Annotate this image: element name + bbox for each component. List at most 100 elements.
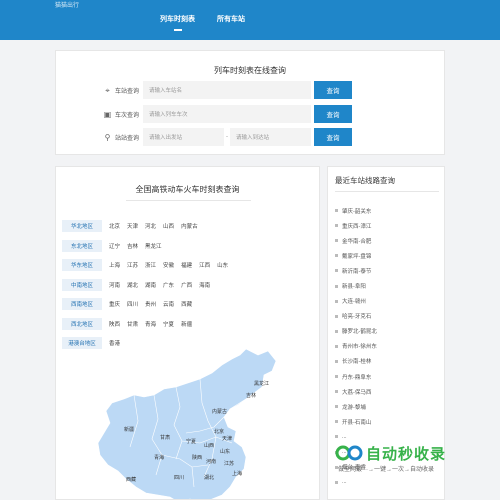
station-search-label: 车站查询 bbox=[115, 88, 140, 95]
recent-route-item[interactable]: 重庆西-漳江 bbox=[335, 218, 377, 233]
map-label-xinjiang: 新疆 bbox=[124, 426, 134, 433]
province-link[interactable]: 山东 bbox=[217, 261, 228, 269]
region-row: 中南地区 河南 湖北 湖南 广东 广西 海南 bbox=[62, 278, 210, 291]
region-row: 西南地区 重庆 四川 贵州 云南 西藏 bbox=[62, 298, 192, 310]
province-link[interactable]: 新疆 bbox=[181, 320, 192, 328]
province-link[interactable]: 湖南 bbox=[145, 281, 156, 289]
bullet-icon bbox=[335, 480, 338, 484]
bullet-icon bbox=[335, 420, 338, 424]
province-link[interactable]: 广西 bbox=[181, 281, 192, 289]
recent-route-item[interactable]: 新县-阜阳 bbox=[335, 278, 377, 293]
map-label-tianjin: 天津 bbox=[222, 435, 232, 442]
station-input[interactable]: 请输入车站名 bbox=[143, 81, 311, 99]
province-link[interactable]: 西藏 bbox=[181, 300, 192, 308]
province-link[interactable]: 江西 bbox=[199, 261, 210, 269]
bullet-icon bbox=[335, 375, 338, 379]
recent-route-item[interactable]: 长沙南-桂林 bbox=[335, 354, 377, 369]
province-link[interactable]: 重庆 bbox=[109, 300, 120, 308]
province-link[interactable]: 香港 bbox=[109, 339, 120, 347]
recent-route-label: 金华南-合肥 bbox=[342, 238, 372, 245]
recent-route-item[interactable]: 肇庆-韶关东 bbox=[335, 203, 377, 218]
bullet-icon bbox=[335, 239, 338, 243]
map-label-shanghai: 上海 bbox=[232, 470, 242, 477]
recent-route-item[interactable]: 新沂南-泰节 bbox=[335, 263, 377, 278]
region-tag[interactable]: 西南地区 bbox=[62, 298, 102, 310]
arrival-input[interactable]: 请输入到达站 bbox=[230, 128, 311, 146]
recent-route-item[interactable]: 戴家坪-盘锦 bbox=[335, 248, 377, 263]
province-link[interactable]: 吉林 bbox=[127, 242, 138, 250]
route-search-label: 站站查询 bbox=[115, 135, 140, 142]
province-link[interactable]: 北京 bbox=[109, 222, 120, 230]
nav-timetable[interactable]: 列车时刻表 bbox=[160, 14, 195, 31]
province-link[interactable]: 福建 bbox=[181, 261, 192, 269]
bullet-icon bbox=[335, 269, 338, 273]
province-link[interactable]: 天津 bbox=[127, 222, 138, 230]
side-divider bbox=[335, 191, 439, 192]
province-link[interactable]: 云南 bbox=[163, 300, 174, 308]
province-link[interactable]: 甘肃 bbox=[127, 320, 138, 328]
province-link[interactable]: 辽宁 bbox=[109, 242, 120, 250]
region-tag[interactable]: 西北地区 bbox=[62, 317, 102, 330]
route-search-row: ⚲ 站站查询 请输入出发站 - 请输入到达站 查询 bbox=[103, 128, 352, 146]
map-label-hubei: 湖北 bbox=[204, 474, 214, 481]
bullet-icon bbox=[335, 209, 338, 213]
province-link[interactable]: 黑龙江 bbox=[145, 242, 162, 250]
region-tag[interactable]: 华北地区 bbox=[62, 220, 102, 232]
recent-route-item[interactable]: 金华南-合肥 bbox=[335, 233, 377, 248]
route-search-button[interactable]: 查询 bbox=[314, 128, 352, 146]
region-row: 华北地区 北京 天津 河北 山西 内蒙古 bbox=[62, 220, 198, 232]
recent-route-label: 滕罗北-鹤昆北 bbox=[342, 329, 377, 336]
recent-route-label: 新县-阜阳 bbox=[342, 284, 366, 291]
bullet-icon bbox=[335, 359, 338, 363]
recent-route-item[interactable]: 滕罗北-鹤昆北 bbox=[335, 324, 377, 339]
recent-route-item[interactable]: 龙游-黎埔 bbox=[335, 399, 377, 414]
bullet-icon bbox=[335, 314, 338, 318]
recent-route-item[interactable]: 丹东-鼎阜东 bbox=[335, 369, 377, 384]
province-link[interactable]: 山西 bbox=[163, 222, 174, 230]
province-link[interactable]: 四川 bbox=[127, 300, 138, 308]
user-location-icon: ⚲ bbox=[104, 132, 111, 142]
recent-route-item[interactable]: 大连-赣州 bbox=[335, 294, 377, 309]
recent-route-item[interactable]: 开县-石南山 bbox=[335, 414, 377, 429]
province-link[interactable]: 内蒙古 bbox=[181, 222, 198, 230]
recent-route-label: 开县-石南山 bbox=[342, 419, 372, 426]
train-number-input[interactable]: 请输入列车车次 bbox=[143, 105, 311, 123]
region-tag[interactable]: 华东地区 bbox=[62, 259, 102, 271]
train-search-button[interactable]: 查询 bbox=[314, 105, 352, 123]
region-tag[interactable]: 东北地区 bbox=[62, 239, 102, 252]
province-link[interactable]: 宁夏 bbox=[163, 320, 174, 328]
province-link[interactable]: 贵州 bbox=[145, 300, 156, 308]
bullet-icon bbox=[335, 254, 338, 258]
province-link[interactable]: 浙江 bbox=[145, 261, 156, 269]
recent-route-item[interactable]: 哈亮-牙克石 bbox=[335, 309, 377, 324]
map-label-shaanxi: 陕西 bbox=[192, 454, 202, 461]
province-link[interactable]: 青海 bbox=[145, 320, 156, 328]
map-label-jiangsu: 江苏 bbox=[224, 460, 234, 467]
bullet-icon bbox=[335, 390, 338, 394]
region-tag[interactable]: 中南地区 bbox=[62, 278, 102, 291]
map-china-shape[interactable] bbox=[97, 348, 277, 500]
site-name[interactable]: 猫猫出行 bbox=[55, 0, 79, 9]
province-link[interactable]: 湖北 bbox=[127, 281, 138, 289]
china-map[interactable]: 黑龙江 吉林 内蒙古 新疆 甘肃 北京 天津 宁夏 山西 山东 青海 陕西 河南… bbox=[96, 347, 286, 500]
departure-input[interactable]: 请输入出发站 bbox=[143, 128, 224, 146]
location-pin-icon: ⌖ bbox=[105, 85, 110, 95]
watermark-subtext: 做全网最···→一键→一次→自动收录 bbox=[338, 467, 434, 473]
province-link[interactable]: 广东 bbox=[163, 281, 174, 289]
recent-route-label: 龙游-黎埔 bbox=[342, 404, 366, 411]
map-label-shanxi: 山西 bbox=[204, 442, 214, 449]
province-link[interactable]: 海南 bbox=[199, 281, 210, 289]
title-divider bbox=[126, 200, 251, 201]
nav-all-stations[interactable]: 所有车站 bbox=[217, 14, 245, 24]
province-link[interactable]: 江苏 bbox=[127, 261, 138, 269]
province-link[interactable]: 河北 bbox=[145, 222, 156, 230]
bullet-icon bbox=[335, 329, 338, 333]
province-link[interactable]: 陕西 bbox=[109, 320, 120, 328]
bullet-icon bbox=[335, 405, 338, 409]
recent-route-item[interactable]: 青州市-徐州东 bbox=[335, 339, 377, 354]
recent-route-item[interactable]: 大荔-保马西 bbox=[335, 384, 377, 399]
province-link[interactable]: 安徽 bbox=[163, 261, 174, 269]
province-link[interactable]: 上海 bbox=[109, 261, 120, 269]
station-search-button[interactable]: 查询 bbox=[314, 81, 352, 99]
province-link[interactable]: 河南 bbox=[109, 281, 120, 289]
